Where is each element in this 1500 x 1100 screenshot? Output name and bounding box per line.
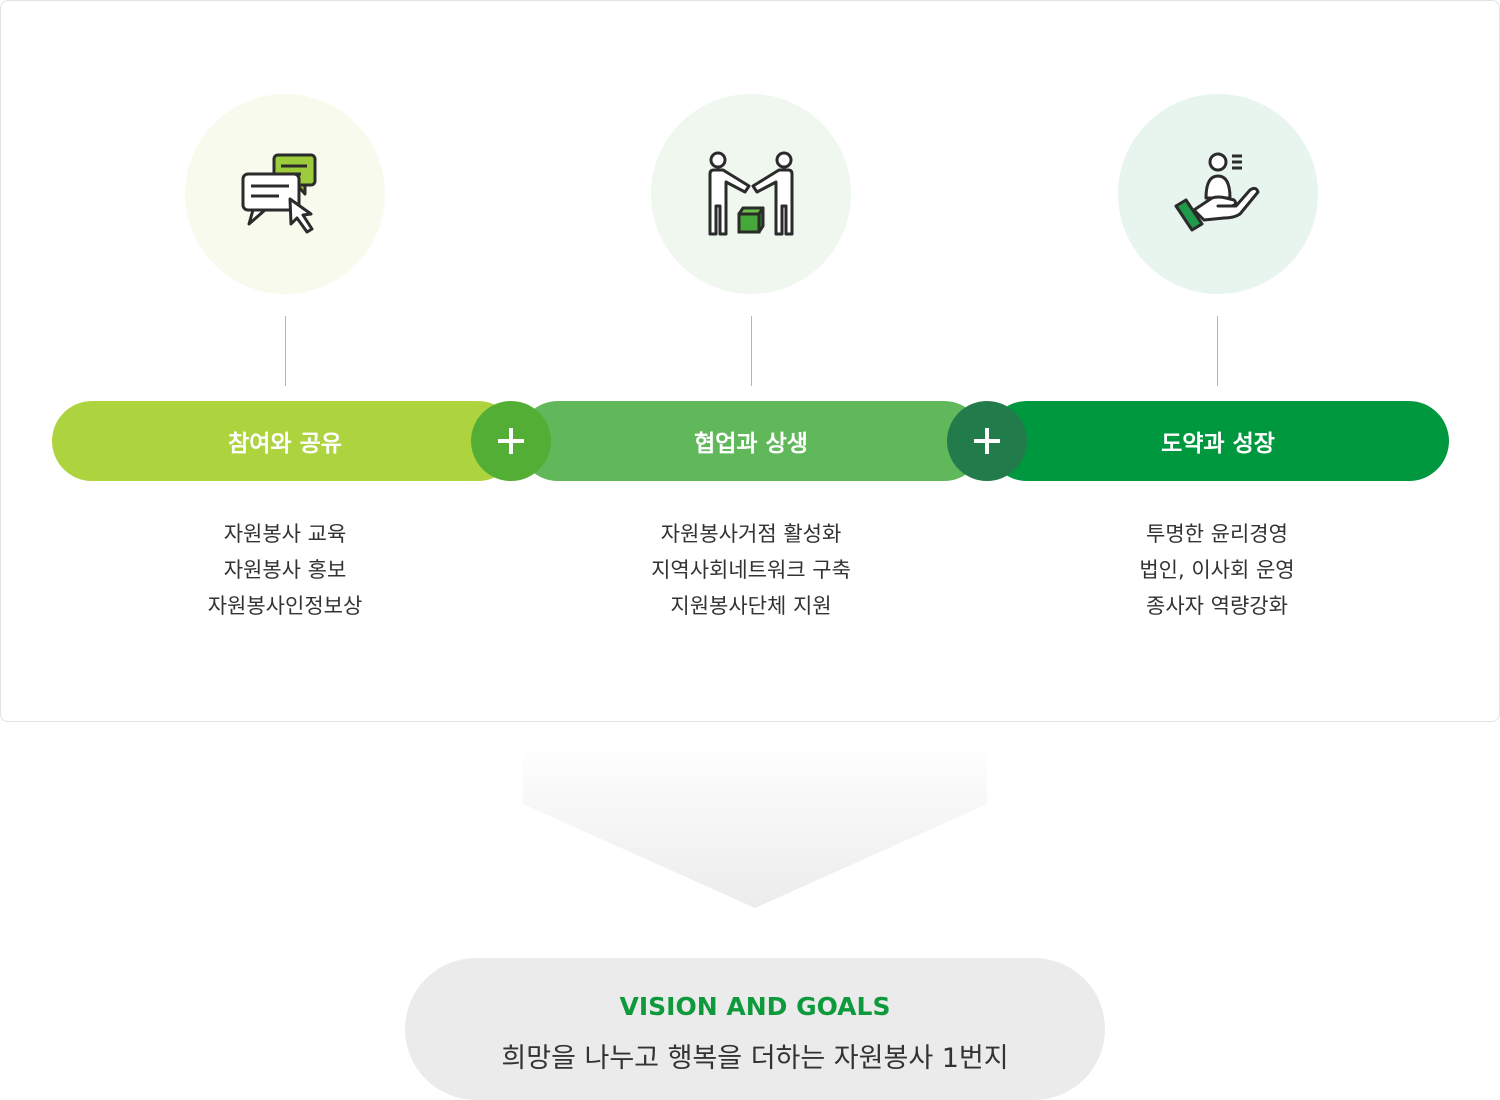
plus-connector-1	[471, 401, 551, 481]
chat-bubbles-cursor-icon	[241, 153, 317, 234]
vision-text: 희망을 나누고 행복을 더하는 자원봉사 1번지	[501, 1043, 1009, 1074]
pillar-1-title: 참여와 공유	[228, 431, 342, 457]
pillar-1-bar: 참여와 공유	[52, 401, 518, 481]
list-item: 자원봉사 홍보	[223, 558, 347, 582]
goals-panel: 도약과 성장 협업과 상생 참여와 공유 자원봉사 교육 자원봉사 홍보 자원봉…	[0, 0, 1500, 722]
pillar-1-items: 자원봉사 교육 자원봉사 홍보 자원봉사인정보상	[135, 516, 435, 624]
vision-goals-box: VISION AND GOALS 희망을 나누고 행복을 더하는 자원봉사 1번…	[405, 958, 1105, 1100]
people-handshake-box-icon	[708, 151, 794, 236]
plus-icon	[974, 428, 1000, 454]
list-item: 종사자 역량강화	[1146, 594, 1288, 618]
list-item: 투명한 윤리경영	[1146, 522, 1288, 546]
pillar-3-icon-circle	[1118, 94, 1318, 294]
pillar-2-icon-circle	[651, 94, 851, 294]
pillar-3-items: 투명한 윤리경영 법인, 이사회 운영 종사자 역량강화	[1067, 516, 1367, 624]
list-item: 자원봉사 교육	[223, 522, 347, 546]
pillar-2-items: 자원봉사거점 활성화 지역사회네트워크 구축 지원봉사단체 지원	[601, 516, 901, 624]
list-item: 지원봉사단체 지원	[670, 594, 832, 618]
pillar-3-connector-line	[1217, 316, 1218, 386]
plus-connector-2	[947, 401, 1027, 481]
pillar-2-connector-line	[751, 316, 752, 386]
pillar-1-connector-line	[285, 316, 286, 386]
pillar-2-bar: 협업과 상생	[518, 401, 984, 481]
pillar-3-bar: 도약과 성장	[987, 401, 1449, 481]
vision-title: VISION AND GOALS	[619, 992, 891, 1021]
list-item: 법인, 이사회 운영	[1139, 558, 1295, 582]
down-arrow-icon	[523, 742, 987, 908]
pillar-2-title: 협업과 상생	[694, 431, 808, 457]
list-item: 자원봉사거점 활성화	[660, 522, 842, 546]
pillar-3-title: 도약과 성장	[1161, 431, 1275, 457]
pillar-1-icon-circle	[185, 94, 385, 294]
hand-holding-person-icon	[1174, 152, 1260, 232]
list-item: 지역사회네트워크 구축	[651, 558, 851, 582]
list-item: 자원봉사인정보상	[207, 594, 363, 618]
plus-icon	[498, 428, 524, 454]
